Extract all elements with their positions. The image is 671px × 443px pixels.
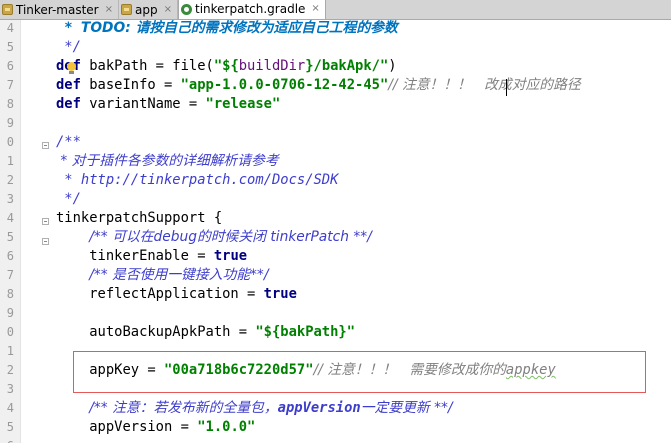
doc-comment: /** 可以在debug的时候关闭 tinkerPatch **/ — [89, 229, 372, 245]
code-text: bakPath = file( — [80, 58, 214, 74]
line-number: 6 — [0, 437, 14, 443]
code-line[interactable]: */ — [56, 38, 81, 57]
line-number: 0 — [6, 325, 14, 339]
line-number: 3 — [6, 382, 14, 396]
string-literal: "app-1.0.0-0706-12-42-45" — [180, 77, 389, 93]
code-line[interactable]: tinkerpatchSupport { — [56, 209, 222, 228]
string-literal: }/bakApk/" — [305, 58, 389, 74]
code-text: variantName = — [80, 96, 206, 112]
line-number: 7 — [6, 268, 14, 282]
doc-comment: /** 是否使用一键接入功能**/ — [89, 267, 269, 283]
line-number: 4 — [6, 211, 14, 225]
folder-icon — [121, 4, 133, 15]
line-number: 5 — [6, 40, 14, 54]
code-text: autoBackupApkPath = — [56, 324, 256, 340]
line-number: 9 — [6, 116, 14, 130]
doc-comment: /** 注意：若发布新的全量包， — [89, 400, 278, 416]
doc-comment: 一定要更新 **/ — [360, 400, 453, 416]
line-number: 8 — [6, 97, 14, 111]
line-number: 1 — [6, 154, 14, 168]
line-number: 7 — [6, 78, 14, 92]
code-line[interactable]: * 对于插件各参数的详细解析请参考 — [56, 152, 278, 171]
line-number: 6 — [6, 59, 14, 73]
ide-window: Tinker-master × app × tinkerpatch.gradle… — [0, 0, 671, 443]
lightbulb-icon[interactable] — [67, 62, 76, 75]
code-line[interactable]: appVersion = "1.0.0" — [56, 418, 255, 437]
close-icon[interactable]: × — [164, 4, 172, 15]
line-number: 6 — [6, 249, 14, 263]
code-line[interactable]: tinkerEnable = true — [56, 247, 247, 266]
tab-label: tinkerpatch.gradle — [195, 2, 306, 16]
code-line[interactable]: /** 可以在debug的时候关闭 tinkerPatch **/ — [56, 228, 372, 247]
line-number: 8 — [6, 287, 14, 301]
folder-icon — [2, 4, 13, 15]
keyword: true — [213, 248, 248, 264]
code-line[interactable]: /** — [56, 133, 81, 152]
close-icon[interactable]: × — [311, 4, 319, 14]
fold-toggle-icon[interactable] — [42, 142, 49, 149]
code-text: appVersion = — [56, 419, 198, 435]
tab-tinkerpatch-gradle[interactable]: tinkerpatch.gradle × — [178, 0, 326, 19]
line-number: 2 — [6, 363, 14, 377]
code-line[interactable]: * TODO: 请按自己的需求修改为适应自己工程的参数 — [56, 20, 398, 38]
code-editor[interactable]: 4 5 6 7 8 9 0 1 2 3 4 5 6 7 8 9 0 1 2 3 … — [0, 20, 671, 443]
string-literal: "release" — [205, 96, 281, 112]
string-literal: "${ — [213, 58, 239, 74]
line-number: 3 — [6, 192, 14, 206]
line-number: 1 — [6, 344, 14, 358]
code-line[interactable]: def bakPath = file("${buildDir}/bakApk/"… — [56, 57, 397, 76]
code-line[interactable]: /** 是否使用一键接入功能**/ — [56, 266, 268, 285]
line-number: 9 — [6, 306, 14, 320]
fold-toggle-icon[interactable] — [42, 218, 49, 225]
code-line[interactable]: def variantName = "release" — [56, 95, 280, 114]
tab-app[interactable]: app × — [119, 0, 178, 19]
code-line[interactable]: reflectApplication = true — [56, 285, 297, 304]
text-caret — [506, 79, 507, 96]
code-line[interactable]: /** 注意：若发布新的全量包，appVersion一定要更新 **/ — [56, 399, 453, 418]
tab-tinker-master[interactable]: Tinker-master × — [0, 0, 120, 19]
line-number: 5 — [6, 230, 14, 244]
code-text: baseInfo = — [80, 77, 181, 93]
annotation-highlight-box — [73, 351, 646, 393]
string-literal: "${bakPath}" — [255, 324, 356, 340]
doc-comment-tag: appVersion — [277, 400, 361, 416]
code-line[interactable]: */ — [56, 190, 81, 209]
line-comment: // 注意！！！ 改成对应的路径 — [388, 77, 581, 93]
line-number: 4 — [6, 21, 14, 35]
todo-comment: TODO: 请按自己的需求修改为适应自己工程的参数 — [80, 20, 398, 36]
code-text: ) — [388, 58, 397, 74]
editor-tab-bar: Tinker-master × app × tinkerpatch.gradle… — [0, 0, 671, 20]
code-text: tinkerEnable = — [56, 248, 214, 264]
code-line[interactable]: def baseInfo = "app-1.0.0-0706-12-42-45"… — [56, 76, 581, 95]
line-number: 4 — [6, 401, 14, 415]
keyword: def — [56, 77, 81, 93]
gutter-divider — [20, 20, 21, 443]
code-text: reflectApplication = — [56, 286, 264, 302]
string-literal: "1.0.0" — [197, 419, 256, 435]
comment-prefix: * — [56, 20, 81, 36]
tab-label: Tinker-master — [16, 2, 99, 17]
line-number-gutter: 4 5 6 7 8 9 0 1 2 3 4 5 6 7 8 9 0 1 2 3 … — [0, 20, 20, 443]
fold-gutter — [20, 20, 50, 443]
fold-toggle-icon[interactable] — [42, 238, 49, 245]
line-number: 5 — [6, 420, 14, 434]
line-number: 2 — [6, 173, 14, 187]
tab-label: app — [135, 2, 158, 17]
line-number: 0 — [6, 135, 14, 149]
code-line[interactable]: autoBackupApkPath = "${bakPath}" — [56, 323, 355, 342]
interpolated-variable: buildDir — [238, 58, 306, 74]
close-icon[interactable]: × — [105, 4, 113, 15]
code-line[interactable]: * http://tinkerpatch.com/Docs/SDK — [56, 171, 338, 190]
keyword: def — [56, 96, 81, 112]
gradle-icon — [181, 3, 192, 15]
keyword: true — [263, 286, 297, 302]
